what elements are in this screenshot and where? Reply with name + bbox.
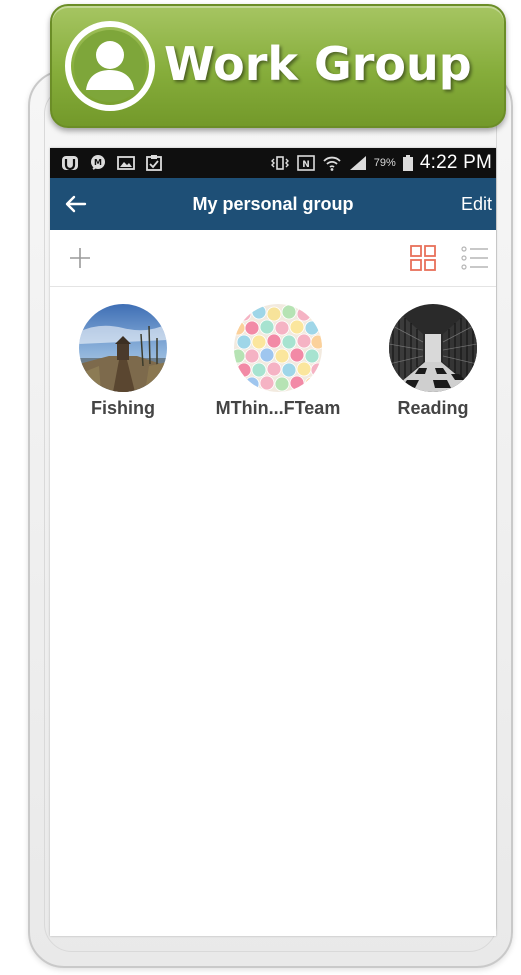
app-bar: My personal group Edit xyxy=(50,178,496,230)
group-avatar-reading xyxy=(389,304,477,392)
clipboard-icon xyxy=(146,155,162,171)
library-shelves-image xyxy=(389,304,477,392)
svg-text:N: N xyxy=(302,160,310,170)
group-name: Reading xyxy=(397,398,469,418)
battery-icon xyxy=(402,155,413,171)
signal-icon xyxy=(349,156,366,170)
user-circle-icon xyxy=(64,20,156,112)
app-notification-icon xyxy=(62,156,78,171)
title-banner: Work Group xyxy=(50,4,506,128)
battery-percent: 79% xyxy=(373,157,396,169)
arrow-left-icon xyxy=(65,195,87,213)
banner-title: Work Group xyxy=(164,37,472,91)
vibrate-icon xyxy=(270,156,289,170)
grid-view-icon xyxy=(410,245,436,271)
gallery-icon xyxy=(117,156,135,170)
nfc-icon: N xyxy=(296,155,315,171)
phone-screen: M N 79% 4:22 PM My personal group Edit F… xyxy=(50,148,496,936)
status-time: 4:22 PM xyxy=(419,152,492,173)
grid-view-button[interactable] xyxy=(409,244,437,272)
group-name: Fishing xyxy=(91,398,155,418)
group-avatar-fishing xyxy=(79,304,167,392)
list-view-icon xyxy=(461,246,488,270)
edit-button[interactable]: Edit xyxy=(451,178,496,230)
page-title: My personal group xyxy=(192,194,354,214)
pier-landscape-image xyxy=(79,304,167,392)
colorful-chalk-image xyxy=(234,304,322,392)
group-item-mthin-fteam[interactable]: MThin...FTeam xyxy=(208,300,348,430)
add-group-button[interactable] xyxy=(66,244,94,272)
back-button[interactable] xyxy=(58,186,94,222)
status-bar-notifications: M xyxy=(60,153,164,173)
view-toolbar xyxy=(50,230,496,287)
group-name: MThin...FTeam xyxy=(215,398,341,418)
group-avatar-mthin-fteam xyxy=(234,304,322,392)
group-item-fishing[interactable]: Fishing xyxy=(53,300,193,430)
status-bar-system: N 79% 4:22 PM xyxy=(270,148,492,178)
messenger-icon: M xyxy=(91,155,105,170)
plus-icon xyxy=(70,248,90,268)
status-bar: M N 79% 4:22 PM xyxy=(50,148,496,178)
svg-text:M: M xyxy=(94,158,102,167)
group-item-reading[interactable]: Reading xyxy=(363,300,496,430)
wifi-icon xyxy=(323,156,341,171)
list-view-button[interactable] xyxy=(460,244,490,272)
